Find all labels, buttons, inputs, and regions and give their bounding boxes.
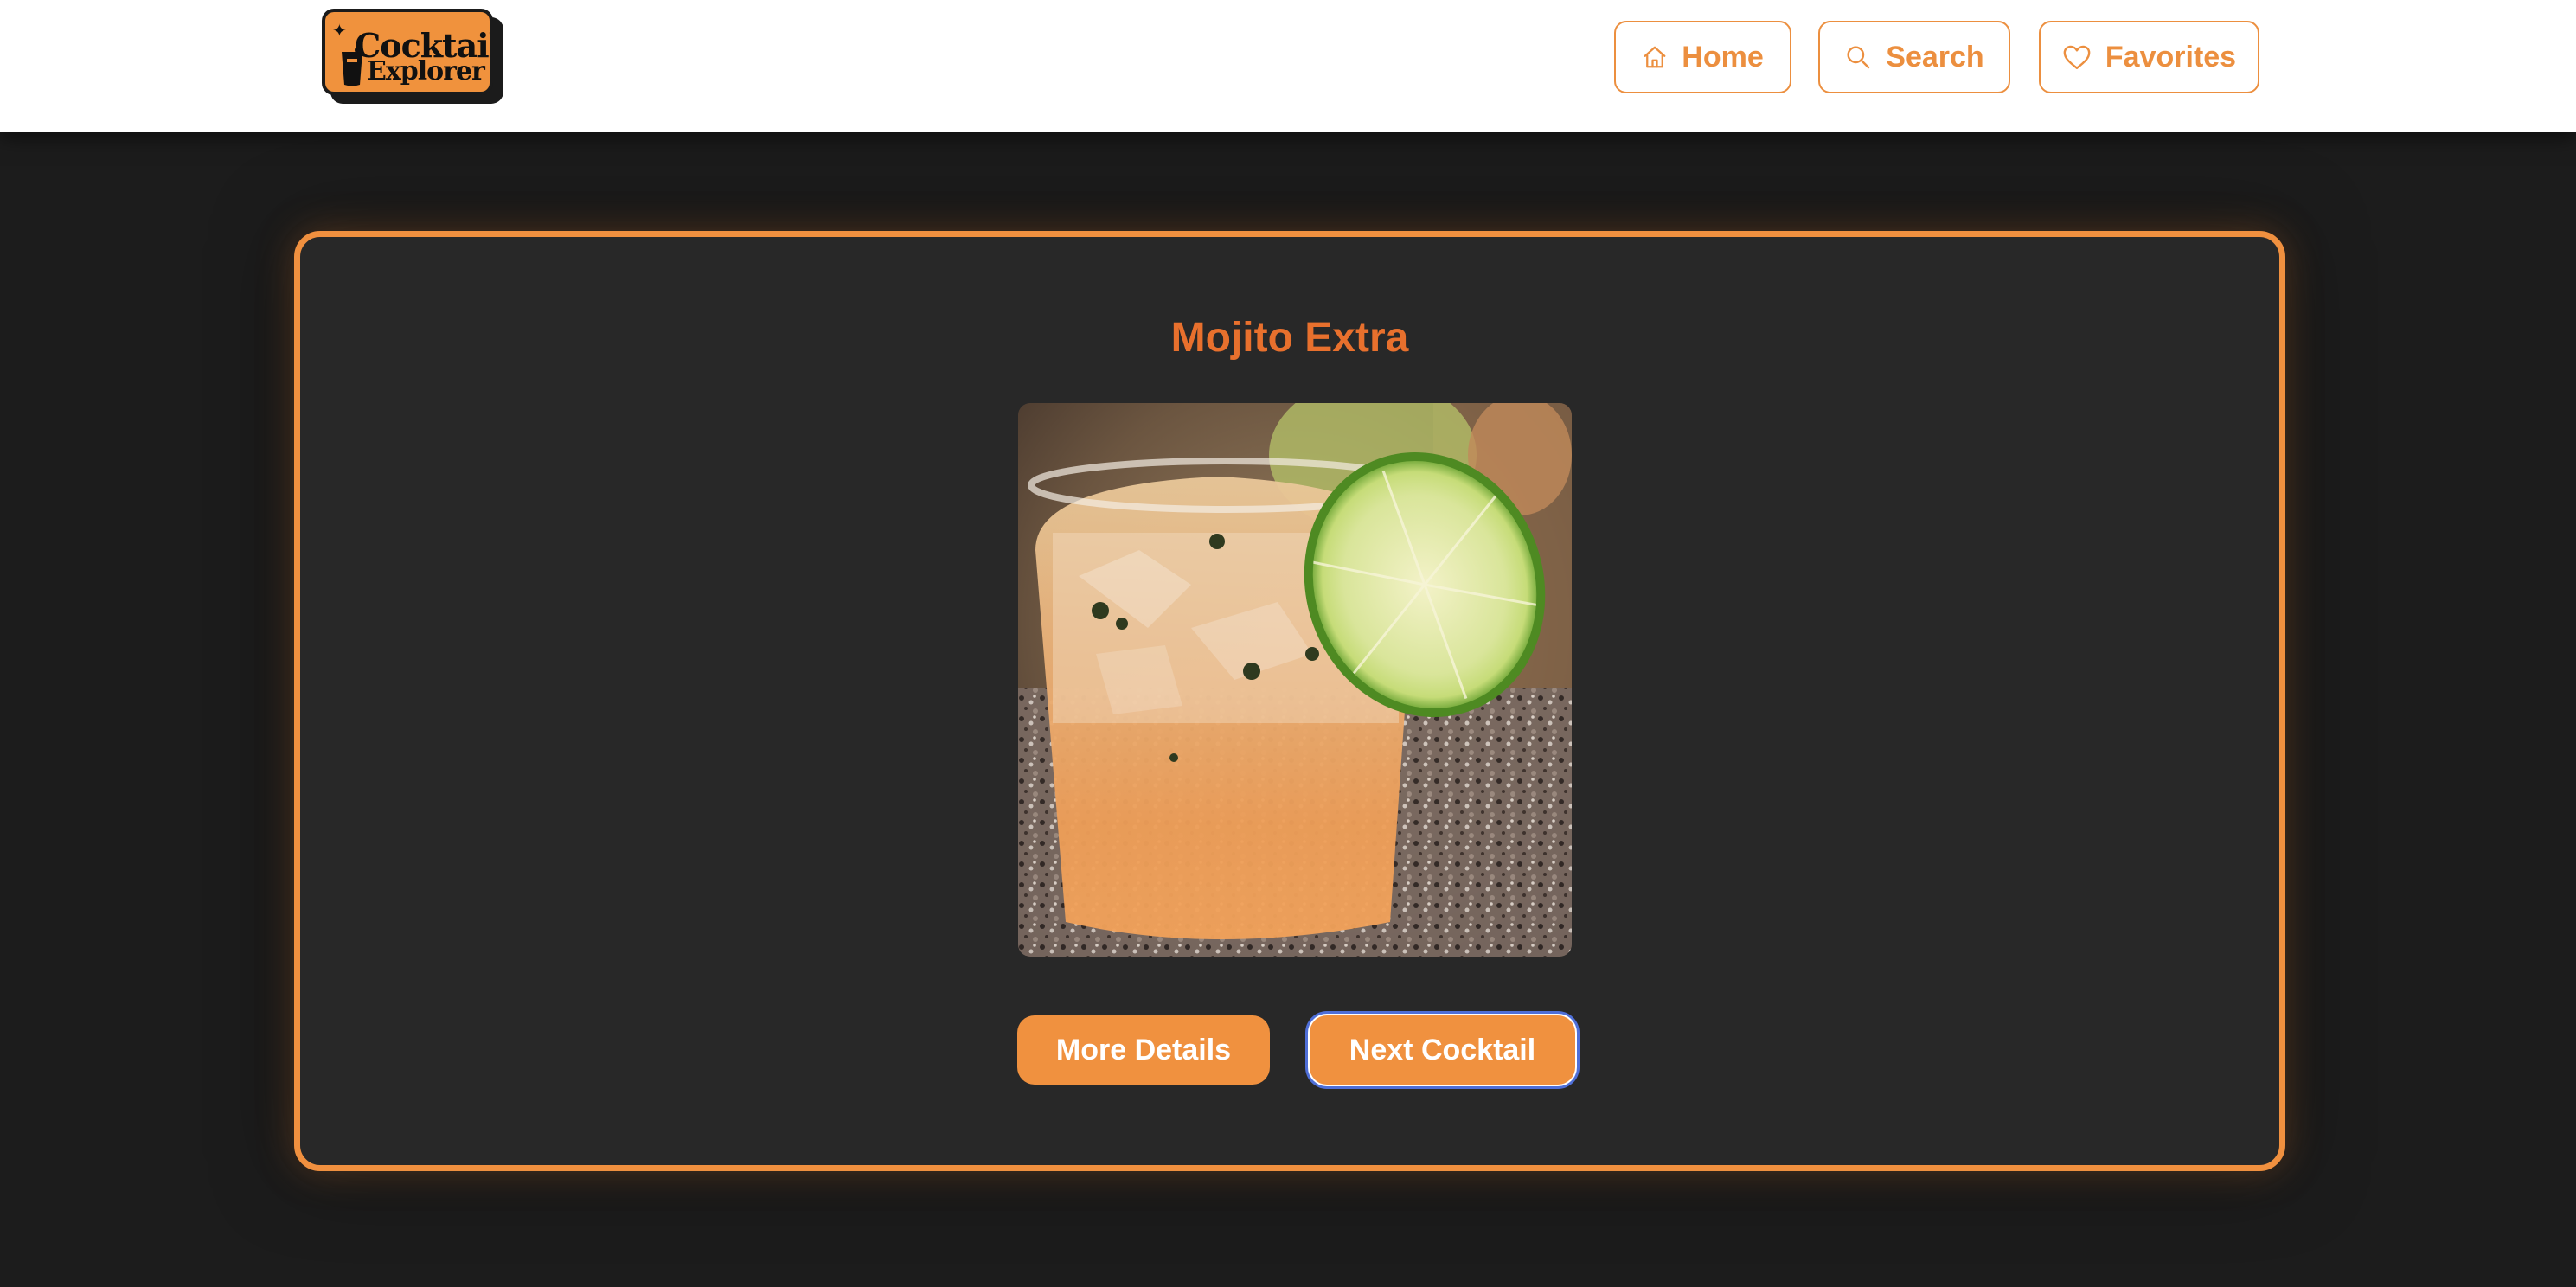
cocktail-explorer-logo[interactable]: ✦ Cocktail Explorer bbox=[322, 9, 505, 104]
nav-favorites-label: Favorites bbox=[2105, 40, 2237, 74]
cocktail-image bbox=[1018, 403, 1572, 957]
home-icon bbox=[1644, 46, 1666, 68]
nav-search-label: Search bbox=[1886, 40, 1984, 74]
cocktail-title: Mojito Extra bbox=[1170, 315, 1409, 361]
cocktail-card: Mojito Extra More Details Next Cocktail bbox=[294, 231, 2285, 1171]
next-cocktail-button[interactable]: Next Cocktail bbox=[1310, 1015, 1575, 1085]
nav-home-label: Home bbox=[1682, 40, 1764, 74]
heart-icon bbox=[2063, 45, 2091, 69]
top-navbar: ✦ Cocktail Explorer Home Search Favorite… bbox=[0, 0, 2576, 132]
more-details-button[interactable]: More Details bbox=[1017, 1015, 1270, 1085]
nav-favorites-button[interactable]: Favorites bbox=[2039, 21, 2259, 93]
nav-home-button[interactable]: Home bbox=[1614, 21, 1791, 93]
logo-text-line2: Explorer bbox=[367, 56, 485, 86]
sparkle-icon: ✦ bbox=[332, 22, 347, 41]
logo-badge: ✦ Cocktail Explorer bbox=[322, 9, 493, 95]
nav-search-button[interactable]: Search bbox=[1818, 21, 2010, 93]
search-icon bbox=[1847, 46, 1870, 69]
cocktail-photo bbox=[1018, 403, 1572, 957]
